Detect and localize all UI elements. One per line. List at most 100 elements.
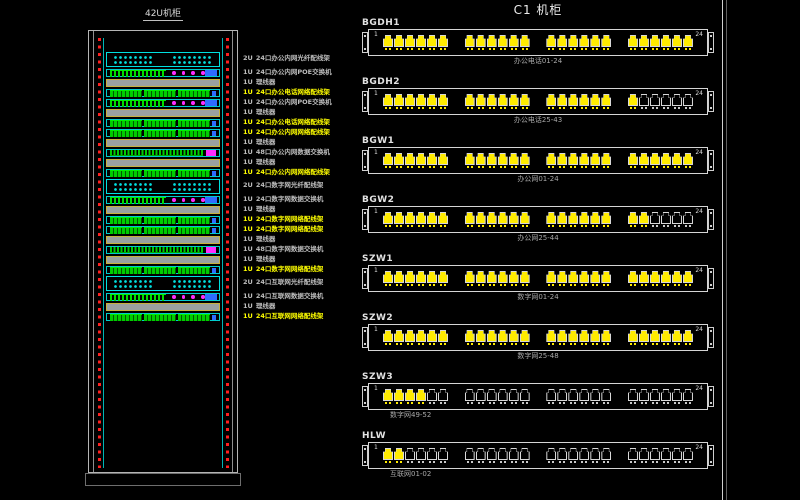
rj45-port-used	[498, 153, 508, 168]
port-group	[546, 35, 611, 50]
rj45-jack	[509, 153, 519, 165]
rj45-port-used	[476, 94, 486, 109]
patch-panel: 124	[362, 206, 714, 233]
rj45-port-used	[487, 153, 497, 168]
port-pins	[628, 48, 638, 50]
unit-description: 24口办公内网光纤配线架	[256, 50, 330, 67]
port-pins	[427, 284, 437, 286]
rj45-port-used	[661, 330, 671, 345]
rj45-port-used	[416, 153, 426, 168]
unit-list-line: 1U48口数字网数据交换机	[243, 244, 361, 254]
rj45-jack	[394, 94, 404, 106]
rj45-port-used	[590, 35, 600, 50]
rj45-port-used	[476, 330, 486, 345]
rj45-port-used	[546, 330, 556, 345]
unit-list-line: 1U24口数字网数据交换机	[243, 194, 361, 204]
rj45-jack	[498, 389, 508, 401]
rj45-jack	[672, 330, 682, 342]
patch-group	[144, 227, 176, 234]
rj45-jack	[383, 330, 393, 342]
rj45-port-used	[383, 448, 393, 463]
port-pins	[661, 343, 671, 345]
port-pins	[546, 48, 556, 50]
rj45-jack	[546, 94, 556, 106]
rj45-jack	[661, 330, 671, 342]
rj45-port-used	[498, 330, 508, 345]
port-pins	[683, 225, 693, 227]
rj45-jack	[476, 389, 486, 401]
unit-list-line: 1U理线器	[243, 77, 361, 87]
rj45-port-empty	[498, 448, 508, 463]
rj45-jack	[520, 271, 530, 283]
rj45-port-used	[416, 330, 426, 345]
screw-hole	[710, 448, 712, 450]
unit-height-label: 1U	[243, 264, 253, 274]
rj45-port-used	[498, 212, 508, 227]
unit-description: 24口数字网网络配线架	[256, 264, 324, 274]
rj45-port-empty	[427, 448, 437, 463]
fiber-ports-group	[113, 279, 154, 289]
rj45-jack	[590, 389, 600, 401]
rj45-jack	[546, 153, 556, 165]
rj45-jack	[427, 389, 437, 401]
port-pins	[476, 225, 486, 227]
rj45-jack	[520, 94, 530, 106]
rj45-port-used	[568, 35, 578, 50]
unit-list-line: 2U24口互联网光纤配线架	[243, 274, 361, 291]
rj45-jack	[628, 271, 638, 283]
patch-group	[110, 217, 142, 224]
rj45-jack	[639, 448, 649, 460]
port-pins	[520, 402, 530, 404]
port-pins	[557, 225, 567, 227]
port-pins	[476, 284, 486, 286]
port-pins	[438, 284, 448, 286]
unit-description: 24口数字网网络配线架	[256, 224, 324, 234]
rj45-jack	[498, 271, 508, 283]
rj45-jack	[579, 212, 589, 224]
rj45-port-empty	[661, 389, 671, 404]
rj45-port-used	[383, 212, 393, 227]
patch-panel-row: BGDH2124办公电话25-43	[362, 77, 714, 125]
panel-body: 124	[368, 206, 708, 233]
last-port-number: 24	[695, 208, 703, 215]
rj45-jack	[661, 212, 671, 224]
port-pins	[557, 461, 567, 463]
port-pins	[427, 48, 437, 50]
rj45-jack	[590, 448, 600, 460]
port-pins	[416, 166, 426, 168]
switch48-ports	[110, 150, 203, 156]
port-pins	[509, 284, 519, 286]
port-pins	[661, 284, 671, 286]
port-pins	[661, 166, 671, 168]
unit-description: 24口办公电话网络配线架	[256, 117, 330, 127]
screw-hole	[710, 94, 712, 96]
rj45-port-used	[438, 94, 448, 109]
port-pins	[628, 166, 638, 168]
unit-height-label: 1U	[243, 77, 253, 87]
unit-list-line: 1U24口互联网网络配线架	[243, 311, 361, 321]
rj45-jack	[520, 153, 530, 165]
rj45-port-used	[405, 153, 415, 168]
rj45-port-used	[557, 153, 567, 168]
rj45-jack	[601, 94, 611, 106]
rj45-jack	[405, 35, 415, 47]
panel-end-block	[212, 218, 216, 223]
rj45-jack	[509, 212, 519, 224]
rj45-jack	[639, 330, 649, 342]
rj45-port-empty	[487, 448, 497, 463]
rj45-jack	[628, 389, 638, 401]
rj45-jack	[438, 389, 448, 401]
port-pins	[405, 402, 415, 404]
rj45-port-empty	[557, 389, 567, 404]
port-pins	[476, 48, 486, 50]
rj45-port-used	[546, 271, 556, 286]
rj45-jack	[405, 94, 415, 106]
port-pins	[520, 461, 530, 463]
odf-device	[106, 52, 220, 67]
rack-post-right	[232, 31, 233, 472]
unit-description: 48口办公内网数据交换机	[256, 147, 330, 157]
rj45-port-used	[683, 153, 693, 168]
port-pins	[546, 107, 556, 109]
rj45-port-used	[416, 389, 426, 404]
rj45-jack	[498, 35, 508, 47]
